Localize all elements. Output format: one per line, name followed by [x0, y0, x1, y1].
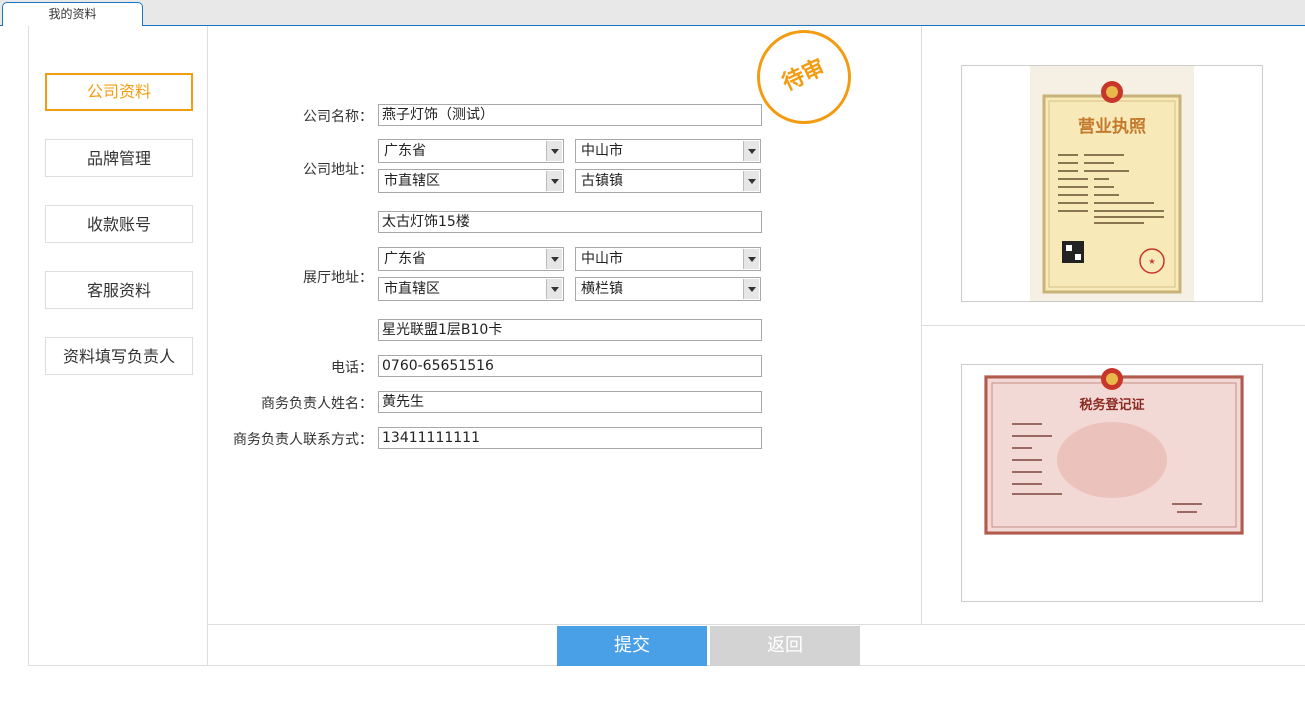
business-license-svg: 营业执照 ★: [1030, 66, 1194, 301]
stamp-text: 待审: [778, 54, 830, 97]
dropdown-arrow-icon[interactable]: [743, 279, 759, 299]
dropdown-arrow-icon[interactable]: [546, 141, 562, 161]
select-value: 广东省: [384, 143, 426, 159]
showroom-address-label: 展厅地址：: [303, 270, 373, 286]
contact-name-label: 商务负责人姓名：: [261, 396, 373, 412]
contact-phone-input[interactable]: 13411111111: [378, 427, 762, 449]
back-button[interactable]: 返回: [710, 626, 860, 666]
svg-text:★: ★: [1148, 257, 1155, 266]
tab-my-profile[interactable]: 我的资料: [2, 2, 143, 26]
sidebar-item-customer-service[interactable]: 客服资料: [45, 271, 193, 309]
sidebar: 公司资料 品牌管理 收款账号 客服资料 资料填写负责人: [28, 26, 208, 666]
showroom-district-select[interactable]: 市直辖区: [378, 277, 564, 301]
sidebar-item-brand-management[interactable]: 品牌管理: [45, 139, 193, 177]
submit-button[interactable]: 提交: [557, 626, 707, 666]
contact-phone-label: 商务负责人联系方式：: [233, 432, 373, 448]
showroom-province-select[interactable]: 广东省: [378, 247, 564, 271]
company-name-input[interactable]: 燕子灯饰（测试）: [378, 104, 762, 126]
company-town-select[interactable]: 古镇镇: [575, 169, 761, 193]
showroom-address-detail-input[interactable]: 星光联盟1层B10卡: [378, 319, 762, 341]
dropdown-arrow-icon[interactable]: [743, 249, 759, 269]
select-value: 市直辖区: [384, 173, 440, 189]
select-value: 市直辖区: [384, 281, 440, 297]
sidebar-item-payment-account[interactable]: 收款账号: [45, 205, 193, 243]
company-district-select[interactable]: 市直辖区: [378, 169, 564, 193]
select-value: 古镇镇: [581, 173, 623, 189]
phone-input[interactable]: 0760-65651516: [378, 355, 762, 377]
pending-review-stamp: 待审: [757, 30, 851, 124]
sidebar-item-company-info[interactable]: 公司资料: [45, 73, 193, 111]
sidebar-item-contact-person[interactable]: 资料填写负责人: [45, 337, 193, 375]
company-address-label: 公司地址：: [303, 162, 373, 178]
contact-name-input[interactable]: 黄先生: [378, 391, 762, 413]
dropdown-arrow-icon[interactable]: [546, 249, 562, 269]
company-city-select[interactable]: 中山市: [575, 139, 761, 163]
select-value: 中山市: [581, 143, 623, 159]
phone-label: 电话：: [331, 360, 373, 376]
company-address-detail-input[interactable]: 太古灯饰15楼: [378, 211, 762, 233]
showroom-city-select[interactable]: 中山市: [575, 247, 761, 271]
dropdown-arrow-icon[interactable]: [743, 141, 759, 161]
tax-certificate-title: 税务登记证: [1079, 397, 1144, 413]
showroom-town-select[interactable]: 横栏镇: [575, 277, 761, 301]
select-value: 横栏镇: [581, 281, 623, 297]
company-province-select[interactable]: 广东省: [378, 139, 564, 163]
select-value: 中山市: [581, 251, 623, 267]
dropdown-arrow-icon[interactable]: [546, 279, 562, 299]
documents-divider: [922, 325, 1305, 326]
tax-registration-image[interactable]: 税务登记证: [961, 364, 1263, 602]
select-value: 广东省: [384, 251, 426, 267]
dropdown-arrow-icon[interactable]: [743, 171, 759, 191]
business-license-image[interactable]: 营业执照 ★: [961, 65, 1263, 302]
company-name-label: 公司名称：: [303, 109, 373, 125]
license-title: 营业执照: [1078, 116, 1146, 137]
top-tab-bar: 我的资料: [0, 0, 1305, 26]
footer-divider: [208, 624, 1305, 625]
dropdown-arrow-icon[interactable]: [546, 171, 562, 191]
tax-certificate-svg: 税务登记证: [984, 368, 1244, 535]
